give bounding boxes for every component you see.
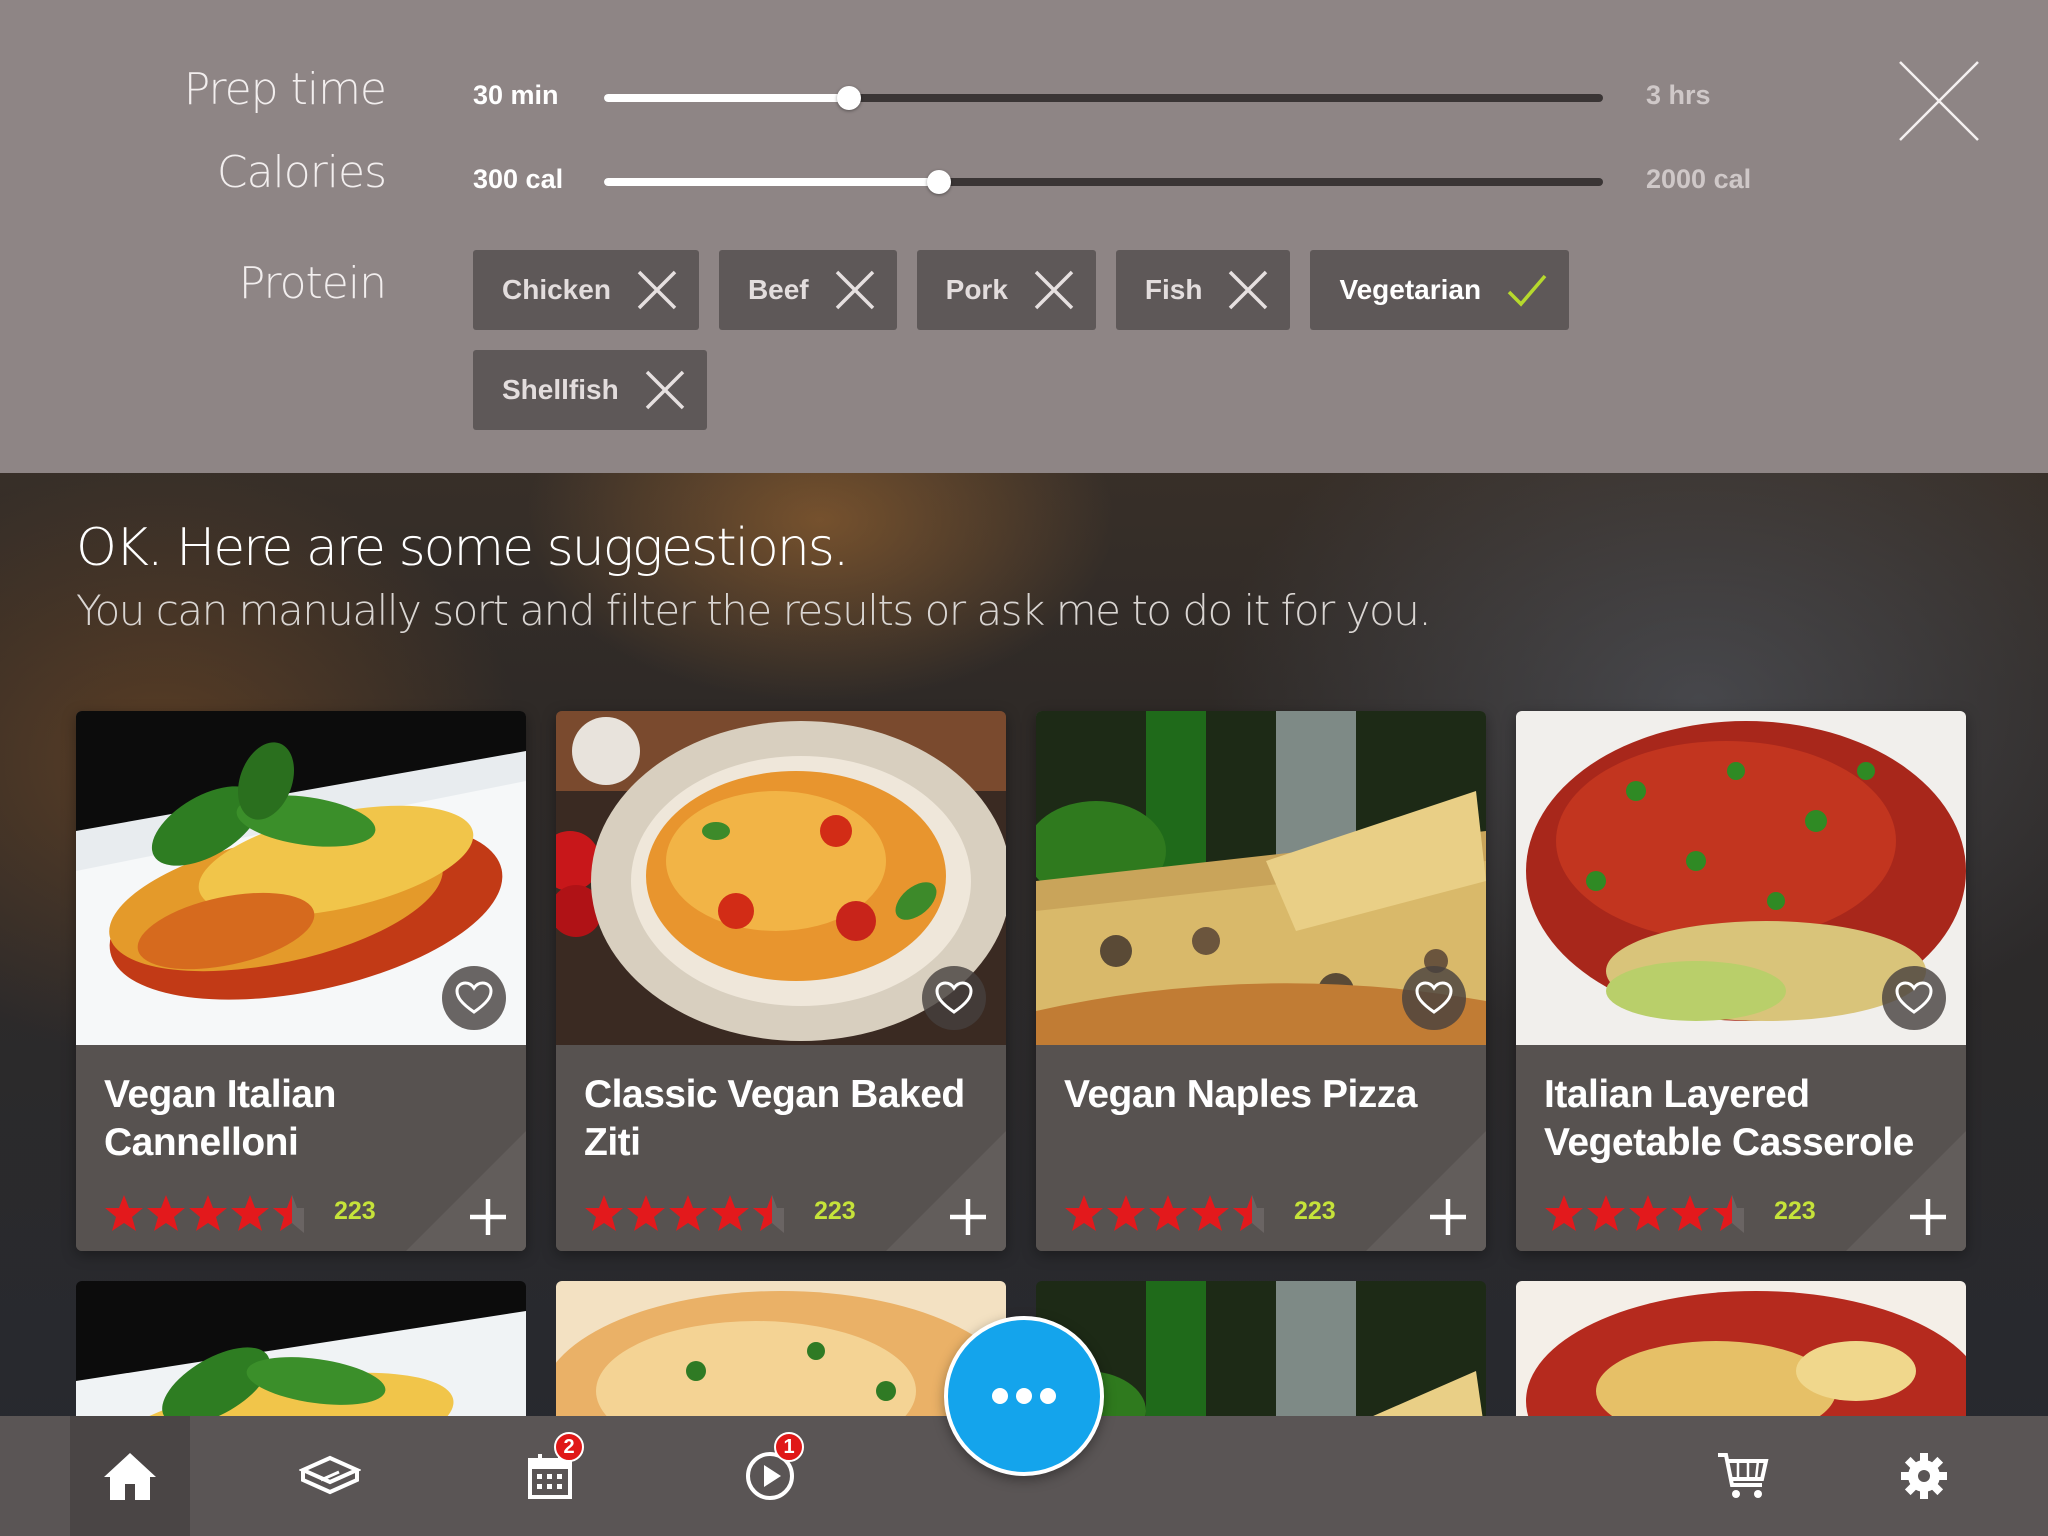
close-icon: [835, 270, 874, 310]
chip-label: Fish: [1144, 274, 1203, 305]
check-icon: [1507, 274, 1547, 307]
cart-icon: [1718, 1453, 1769, 1498]
chip-shellfish[interactable]: Shellfish: [473, 350, 707, 430]
chip-vegetarian[interactable]: Vegetarian: [1310, 250, 1570, 330]
recipe-card[interactable]: Vegan Naples Pizza 223: [1036, 711, 1486, 1251]
heart-icon: [1895, 981, 1933, 1014]
close-filters-icon[interactable]: [1898, 60, 1980, 142]
favorite-button[interactable]: [1882, 966, 1946, 1030]
suggestions-subline: You can manually sort and filter the res…: [76, 586, 1432, 635]
close-icon: [1034, 270, 1074, 310]
recipe-card-body: Vegan Italian Cannelloni 223: [76, 1045, 526, 1251]
recipe-title: Classic Vegan Baked Ziti: [584, 1073, 965, 1164]
prep-time-slider-thumb[interactable]: [836, 86, 861, 110]
review-count: 223: [334, 1197, 376, 1225]
heart-icon: [455, 981, 493, 1014]
recipe-card[interactable]: Italian Layered Vegetable Casserole 223: [1516, 711, 1966, 1251]
add-icon[interactable]: [946, 1195, 990, 1239]
chip-label: Chicken: [502, 274, 611, 305]
gear-icon: [1901, 1453, 1947, 1499]
prep-time-max: 3 hrs: [1646, 80, 1711, 110]
calories-max: 2000 cal: [1646, 164, 1752, 194]
add-icon[interactable]: [1906, 1195, 1950, 1239]
favorite-button[interactable]: [1402, 966, 1466, 1030]
chip-label: Beef: [747, 274, 809, 305]
calendar-badge: 2: [554, 1432, 584, 1462]
favorite-button[interactable]: [922, 966, 986, 1030]
protein-label: Protein: [238, 258, 387, 309]
calories-slider-fill: [604, 178, 939, 186]
recipe-card[interactable]: Classic Vegan Baked Ziti 223: [556, 711, 1006, 1251]
star-rating: [585, 1195, 784, 1233]
add-icon[interactable]: [466, 1195, 510, 1239]
chip-pork[interactable]: Pork: [916, 250, 1096, 330]
close-icon: [637, 270, 677, 310]
nav-recipes[interactable]: [270, 1416, 390, 1536]
review-count: 223: [814, 1197, 856, 1225]
chip-label: Pork: [945, 274, 1008, 305]
close-icon: [645, 370, 684, 410]
recipe-card-body: Classic Vegan Baked Ziti 223: [556, 1045, 1006, 1251]
calories-slider-thumb[interactable]: [926, 170, 951, 194]
nav-calendar[interactable]: 2: [490, 1416, 610, 1536]
add-icon[interactable]: [1426, 1195, 1470, 1239]
suggestions-headline: OK. Here are some suggestions.: [76, 518, 849, 578]
filter-panel: Prep time 30 min 3 hrs Calories 300 cal …: [0, 0, 2048, 473]
prep-time-slider-fill: [604, 94, 849, 102]
review-count: 223: [1774, 1197, 1816, 1225]
home-icon: [104, 1453, 156, 1500]
recipe-card[interactable]: Vegan Italian Cannelloni 223: [76, 711, 526, 1251]
calories-slider[interactable]: [604, 170, 1603, 194]
favorite-button[interactable]: [442, 966, 506, 1030]
chip-fish[interactable]: Fish: [1115, 250, 1291, 330]
chip-beef[interactable]: Beef: [718, 250, 897, 330]
protein-chips: Chicken Beef Pork Fish Vegetarian Shellf…: [473, 250, 1613, 430]
book-icon: [299, 1455, 361, 1495]
calories-value: 300 cal: [473, 164, 564, 194]
chip-chicken[interactable]: Chicken: [473, 250, 699, 330]
recipe-title: Italian Layered Vegetable Casserole: [1544, 1073, 1914, 1164]
prep-time-slider-row: 30 min 3 hrs: [0, 68, 2048, 128]
recipe-title: Vegan Italian Cannelloni: [104, 1073, 336, 1164]
recipe-card-body: Vegan Naples Pizza 223: [1036, 1045, 1486, 1251]
prep-time-value: 30 min: [473, 80, 559, 110]
chip-label: Shellfish: [502, 374, 619, 405]
nav-play[interactable]: 1: [710, 1416, 830, 1536]
nav-settings[interactable]: [1864, 1416, 1984, 1536]
calories-slider-row: 300 cal 2000 cal: [0, 152, 2048, 212]
review-count: 223: [1294, 1197, 1336, 1225]
prep-time-slider[interactable]: [604, 86, 1603, 110]
more-icon: [992, 1388, 1056, 1404]
nav-cart[interactable]: [1683, 1416, 1803, 1536]
chip-label: Vegetarian: [1339, 274, 1482, 305]
star-rating: [105, 1195, 304, 1233]
play-badge: 1: [774, 1432, 804, 1462]
more-actions-button[interactable]: [944, 1316, 1104, 1476]
star-rating: [1065, 1195, 1264, 1233]
star-rating: [1545, 1195, 1744, 1233]
recipe-title: Vegan Naples Pizza: [1064, 1073, 1418, 1116]
recipe-card-body: Italian Layered Vegetable Casserole 223: [1516, 1045, 1966, 1251]
nav-home[interactable]: [70, 1416, 190, 1536]
close-icon: [1229, 270, 1268, 310]
heart-icon: [1415, 981, 1453, 1014]
heart-icon: [935, 981, 973, 1014]
